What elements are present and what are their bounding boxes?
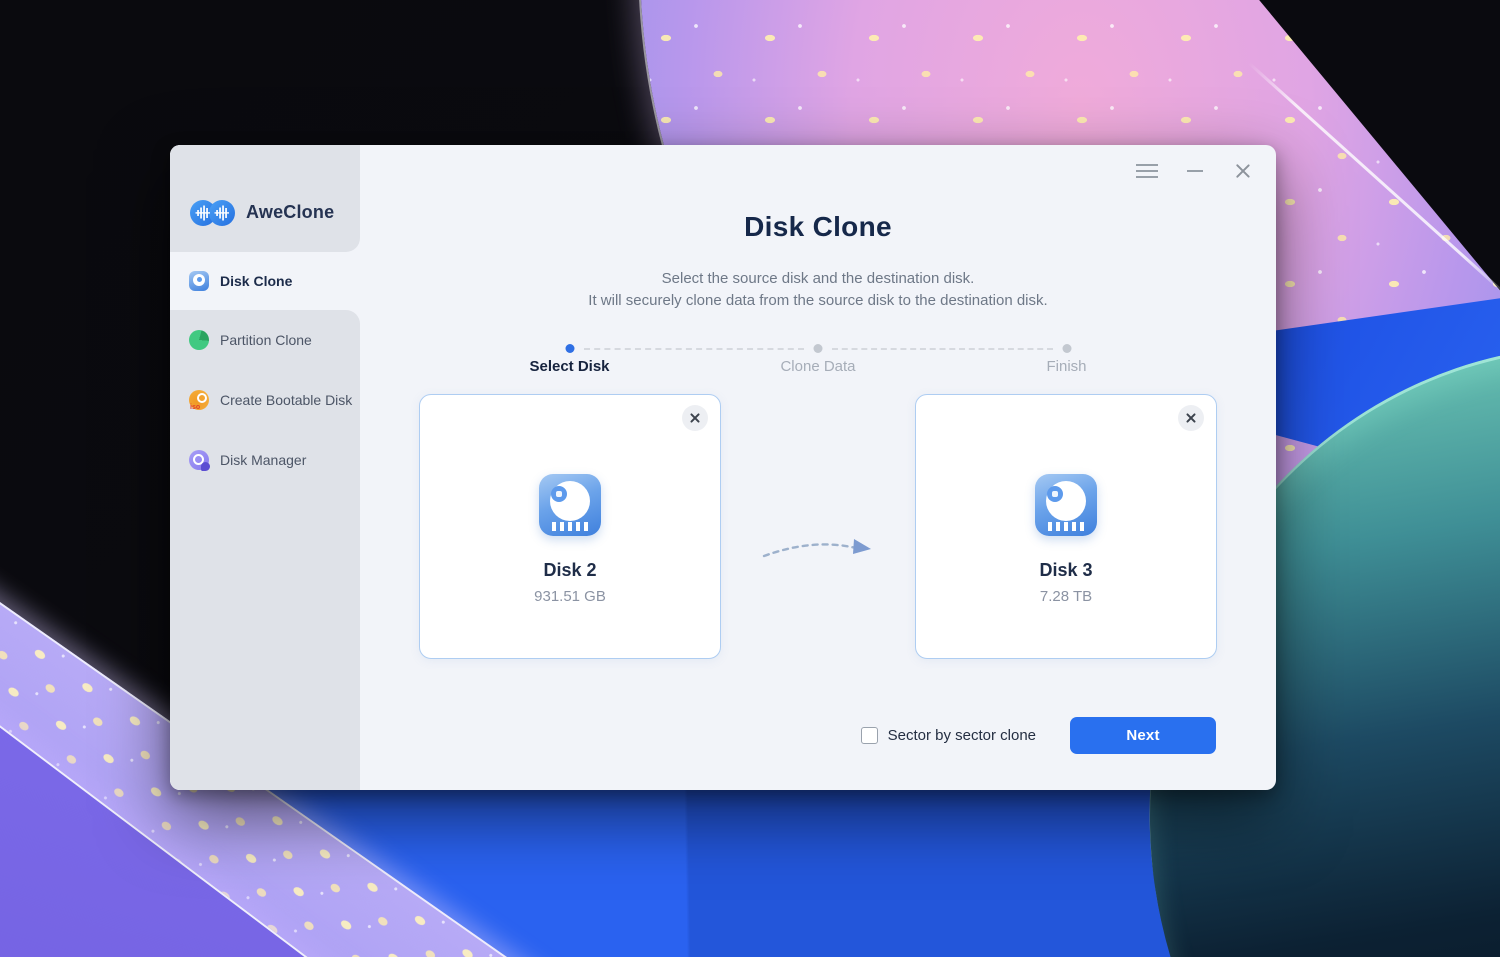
step-label-clone-data: Clone Data bbox=[780, 358, 856, 375]
sidebar-item-label: Create Bootable Disk bbox=[220, 392, 353, 408]
disk-manager-icon bbox=[189, 450, 210, 471]
sidebar-item-label: Disk Manager bbox=[220, 452, 307, 468]
close-icon bbox=[1235, 163, 1251, 179]
close-icon bbox=[1185, 412, 1197, 424]
step-label-select-disk: Select Disk bbox=[529, 358, 610, 375]
sidebar-item-create-bootable-disk[interactable]: iso Create Bootable Disk bbox=[170, 370, 360, 430]
sector-by-sector-option: Sector by sector clone bbox=[860, 727, 1036, 744]
destination-disk-card[interactable]: Disk 3 7.28 TB bbox=[915, 394, 1217, 659]
source-disk-card[interactable]: Disk 2 931.51 GB bbox=[419, 394, 721, 659]
sidebar: AweClone Disk Clone Partition Clone iso … bbox=[170, 145, 360, 790]
subtitle-line-1: Select the source disk and the destinati… bbox=[661, 270, 975, 287]
app-name: AweClone bbox=[246, 202, 335, 222]
app-logo: AweClone bbox=[170, 145, 360, 252]
disk-clone-icon bbox=[189, 271, 209, 291]
bootable-disk-icon: iso bbox=[189, 390, 209, 411]
sidebar-item-label: Partition Clone bbox=[220, 332, 312, 348]
hamburger-menu-icon bbox=[1136, 170, 1158, 172]
source-disk-capacity: 931.51 GB bbox=[534, 588, 606, 605]
page-title: Disk Clone bbox=[744, 211, 892, 242]
deselect-destination-disk-button[interactable] bbox=[1178, 405, 1204, 431]
minimize-button[interactable] bbox=[1182, 158, 1208, 184]
step-label-finish: Finish bbox=[1046, 358, 1087, 375]
sidebar-item-disk-clone[interactable]: Disk Clone bbox=[170, 252, 360, 310]
subtitle-line-2: It will securely clone data from the sou… bbox=[588, 292, 1048, 309]
desktop: AweClone Disk Clone Partition Clone iso … bbox=[0, 0, 1500, 957]
menu-button[interactable] bbox=[1134, 158, 1160, 184]
partition-clone-icon bbox=[189, 330, 209, 350]
next-button[interactable]: Next bbox=[1070, 717, 1216, 754]
sidebar-lower-section: Partition Clone iso Create Bootable Disk… bbox=[170, 310, 360, 790]
page-subtitle: Select the source disk and the destinati… bbox=[360, 268, 1276, 312]
stepper-connector bbox=[583, 348, 804, 350]
sidebar-item-disk-manager[interactable]: Disk Manager bbox=[170, 430, 360, 490]
step-dot-select-disk bbox=[565, 344, 574, 353]
destination-disk-capacity: 7.28 TB bbox=[1039, 588, 1093, 605]
hard-disk-icon bbox=[1035, 474, 1097, 536]
disk-selection-area: Disk 2 931.51 GB Disk 3 7.28 TB bbox=[360, 394, 1276, 659]
aweclone-window: AweClone Disk Clone Partition Clone iso … bbox=[170, 145, 1276, 790]
clone-direction-arrow-icon bbox=[758, 528, 878, 568]
close-window-button[interactable] bbox=[1230, 158, 1256, 184]
sector-by-sector-label[interactable]: Sector by sector clone bbox=[888, 727, 1036, 744]
aweclone-logo-icon bbox=[190, 199, 235, 226]
deselect-source-disk-button[interactable] bbox=[682, 405, 708, 431]
step-dot-finish bbox=[1062, 344, 1071, 353]
destination-disk-name: Disk 3 bbox=[1039, 560, 1093, 580]
hard-disk-icon bbox=[539, 474, 601, 536]
main-content: Disk Clone Select the source disk and th… bbox=[360, 145, 1276, 790]
minimize-icon bbox=[1187, 170, 1203, 172]
window-controls bbox=[1134, 158, 1256, 184]
footer-actions: Sector by sector clone Next bbox=[860, 717, 1216, 754]
stepper-connector bbox=[832, 348, 1053, 350]
sector-by-sector-checkbox[interactable] bbox=[860, 727, 878, 744]
close-icon bbox=[689, 412, 701, 424]
step-dot-clone-data bbox=[813, 344, 823, 353]
iso-label: iso bbox=[190, 404, 201, 411]
sidebar-item-partition-clone[interactable]: Partition Clone bbox=[170, 310, 360, 370]
source-disk-name: Disk 2 bbox=[543, 560, 597, 580]
progress-stepper: Select Disk Clone Data Finish bbox=[529, 342, 1087, 386]
sidebar-item-label: Disk Clone bbox=[220, 273, 293, 289]
